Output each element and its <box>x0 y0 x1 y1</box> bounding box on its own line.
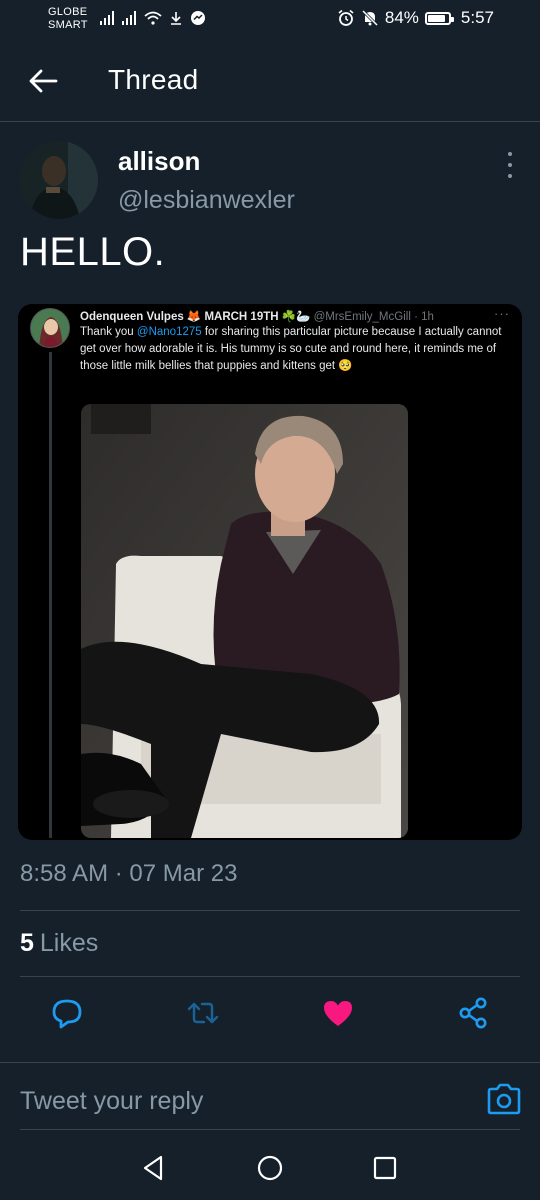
quoted-handle-time: @MrsEmily_McGill · 1h <box>313 311 434 323</box>
top-app-bar: Thread <box>0 40 540 122</box>
reply-icon[interactable] <box>49 995 85 1031</box>
quoted-mention: @Nano1275 <box>136 326 202 338</box>
quoted-name: Odenqueen Vulpes 🦊 MARCH 19TH ☘️🦢 <box>80 311 311 323</box>
like-heart-icon[interactable] <box>320 995 356 1031</box>
likes-label: Likes <box>39 929 99 957</box>
mute-bell-icon <box>361 9 378 27</box>
quoted-body: Thank you @Nano1275 for sharing this par… <box>80 324 506 375</box>
clock: 5:57 <box>460 8 494 27</box>
status-left-icons <box>100 10 206 26</box>
action-bar <box>0 995 540 1035</box>
back-arrow-icon[interactable] <box>26 64 60 98</box>
tweet-text: HELLO. <box>20 230 166 274</box>
attached-image[interactable]: Odenqueen Vulpes 🦊 MARCH 19TH ☘️🦢 @MrsEm… <box>18 304 522 840</box>
divider <box>20 976 520 977</box>
carrier-line-2: SMART <box>48 19 88 31</box>
quoted-more-icon: ··· <box>494 306 510 321</box>
nav-home-icon[interactable] <box>255 1153 285 1183</box>
reply-input[interactable] <box>20 1083 460 1119</box>
more-options-icon[interactable] <box>502 152 518 178</box>
status-bar: GLOBE SMART 84% 5:57 <box>0 0 540 40</box>
download-icon <box>171 12 181 25</box>
quoted-avatar <box>30 308 70 348</box>
thread-line <box>49 352 52 838</box>
author-display-name[interactable]: allison <box>118 146 200 177</box>
avatar[interactable] <box>20 141 98 219</box>
signal-icon-2 <box>122 11 136 25</box>
battery-icon <box>424 11 454 25</box>
alarm-icon <box>338 9 354 26</box>
status-right: 84% 5:57 <box>337 8 494 28</box>
author-handle[interactable]: @lesbianwexler <box>118 186 295 215</box>
reply-bar <box>0 1062 540 1132</box>
quoted-body-pre: Thank you <box>80 326 137 338</box>
carrier-label: GLOBE SMART <box>48 6 88 32</box>
retweet-icon[interactable] <box>185 995 221 1031</box>
messenger-icon <box>191 11 205 25</box>
wifi-icon <box>144 11 162 25</box>
battery-percent: 84% <box>384 8 419 27</box>
quoted-photo <box>81 404 408 838</box>
page-title: Thread <box>108 64 199 95</box>
camera-icon[interactable] <box>486 1083 522 1115</box>
share-icon[interactable] <box>455 995 491 1031</box>
tweet-timestamp: 8:58 AM · 07 Mar 23 <box>20 860 238 887</box>
nav-back-icon[interactable] <box>139 1153 169 1183</box>
quoted-header: Odenqueen Vulpes 🦊 MARCH 19TH ☘️🦢 @MrsEm… <box>80 309 434 323</box>
divider <box>20 910 520 911</box>
likes-count[interactable]: 5 Likes <box>20 929 98 958</box>
reply-underline <box>20 1129 520 1130</box>
signal-icon <box>100 11 114 25</box>
carrier-line-1: GLOBE <box>48 6 88 18</box>
nav-recents-icon[interactable] <box>370 1153 400 1183</box>
system-nav-bar <box>0 1135 540 1200</box>
likes-number: 5 <box>20 929 34 957</box>
